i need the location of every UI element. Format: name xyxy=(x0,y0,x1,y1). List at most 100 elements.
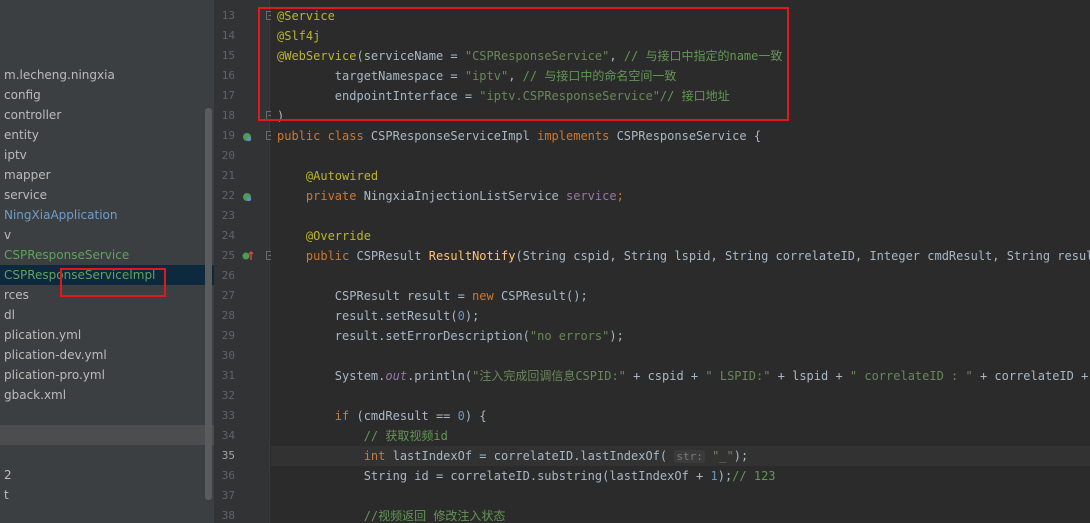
string-literal: " correlateID : " xyxy=(849,369,973,383)
tree-item[interactable]: t xyxy=(0,485,214,505)
tree-item[interactable]: 2 xyxy=(0,465,214,485)
tree-item[interactable]: mapper xyxy=(0,165,214,185)
field-name: service xyxy=(566,189,617,203)
code-line-19: public class CSPResponseServiceImpl impl… xyxy=(277,126,761,146)
injection-marker-icon[interactable] xyxy=(242,191,252,202)
keyword: private xyxy=(277,189,364,203)
line-number: 34 xyxy=(221,429,235,442)
line-number: 25 xyxy=(221,249,235,262)
annotation-highlight-box-code xyxy=(258,7,789,121)
line-number: 15 xyxy=(221,49,235,62)
annotation-highlight-box-tree xyxy=(60,268,166,297)
tree-item[interactable]: controller xyxy=(0,105,214,125)
code-token: + cspid + xyxy=(625,369,706,383)
line-number: 14 xyxy=(221,29,235,42)
tree-item[interactable]: config xyxy=(0,85,214,105)
code-line-34: // 获取视频id xyxy=(277,426,448,446)
tree-item[interactable]: plication-dev.yml xyxy=(0,345,214,365)
code-token: + lspid + xyxy=(770,369,850,383)
line-number: 32 xyxy=(221,389,235,402)
type-name: CSPResult xyxy=(356,249,429,263)
code-token: CSPResult result = xyxy=(277,289,473,303)
tree-item[interactable]: NingXiaApplication xyxy=(0,205,214,225)
line-number: 18 xyxy=(221,109,235,122)
parameter-hint: str: xyxy=(674,450,705,463)
code-token: ); xyxy=(733,449,749,463)
keyword: public xyxy=(277,249,357,263)
string-literal: "注入完成回调信息CSPID:" xyxy=(472,369,626,383)
code-token: ; xyxy=(616,189,624,203)
class-name: CSPResponseServiceImpl xyxy=(370,129,538,143)
tree-item[interactable]: gback.xml xyxy=(0,385,214,405)
line-number: 29 xyxy=(221,329,235,342)
tree-item[interactable]: dl xyxy=(0,305,214,325)
keyword: if xyxy=(277,409,357,423)
number-literal: 0 xyxy=(457,309,465,323)
code-token: + correlateID + xyxy=(972,369,1090,383)
code-line-33: if (cmdResult == 0) { xyxy=(277,406,487,426)
line-number: 35 xyxy=(221,449,235,462)
line-number: 16 xyxy=(221,69,235,82)
code-line-38: //视频返回 修改注入状态 xyxy=(277,506,506,523)
code-token: result.setErrorDescription( xyxy=(277,329,530,343)
tree-item[interactable]: entity xyxy=(0,125,214,145)
override-marker-icon[interactable] xyxy=(242,250,254,260)
tree-item[interactable] xyxy=(0,425,214,445)
line-number: 21 xyxy=(221,169,235,182)
tree-item[interactable]: iptv xyxy=(0,145,214,165)
line-number: 37 xyxy=(221,489,235,502)
method-name: ResultNotify xyxy=(428,249,516,263)
implements-marker-icon[interactable] xyxy=(242,131,252,142)
number-literal: 0 xyxy=(457,409,465,423)
code-token: ); xyxy=(464,309,480,323)
code-comment: //视频返回 修改注入状态 xyxy=(277,509,506,523)
code-token: String id = correlateID.substring(lastIn… xyxy=(277,469,711,483)
line-number: 23 xyxy=(221,209,235,222)
code-line-25: public CSPResult ResultNotify(String csp… xyxy=(277,246,1090,266)
code-line-24: @Override xyxy=(277,226,371,246)
code-line-21: @Autowired xyxy=(277,166,378,186)
tree-item[interactable]: plication.yml xyxy=(0,325,214,345)
code-comment: // 123 xyxy=(732,469,776,483)
code-token: (String cspid, String lspid, String corr… xyxy=(515,249,1090,263)
code-token: CSPResponseService { xyxy=(616,129,762,143)
string-literal: "_" xyxy=(704,449,734,463)
line-number: 19 xyxy=(221,129,235,142)
line-number: 36 xyxy=(221,469,235,482)
annotation-autowired: @Autowired xyxy=(277,169,379,183)
line-number: 22 xyxy=(221,189,235,202)
field-name: out xyxy=(385,369,408,383)
annotation-override: @Override xyxy=(277,229,371,243)
type-name: NingxiaInjectionListService xyxy=(363,189,566,203)
line-number: 20 xyxy=(221,149,235,162)
code-token: (cmdResult == xyxy=(356,409,458,423)
tree-item[interactable]: v xyxy=(0,225,214,245)
code-token: System. xyxy=(277,369,386,383)
line-number: 26 xyxy=(221,269,235,282)
project-tree-panel[interactable]: m.lecheng.ningxia config controller entity i… xyxy=(0,0,214,523)
code-token: lastIndexOf = correlateID.lastIndexOf( xyxy=(392,449,675,463)
string-literal: " LSPID:" xyxy=(705,369,771,383)
string-literal: "no errors" xyxy=(529,329,610,343)
code-token: ) { xyxy=(464,409,487,423)
code-token: ); xyxy=(609,329,624,343)
tree-item[interactable]: CSPResponseService xyxy=(0,245,214,265)
tree-item[interactable]: service xyxy=(0,185,214,205)
line-number: 27 xyxy=(221,289,235,302)
keyword: implements xyxy=(537,129,617,143)
code-line-22: private NingxiaInjectionListService serv… xyxy=(277,186,624,206)
code-token: CSPResult(); xyxy=(500,289,588,303)
code-token: .println( xyxy=(407,369,473,383)
line-number: 24 xyxy=(221,229,235,242)
code-comment: // 获取视频id xyxy=(277,429,448,443)
code-line-31: System.out.println("注入完成回调信息CSPID:" + cs… xyxy=(277,366,1090,386)
tree-item[interactable]: m.lecheng.ningxia xyxy=(0,65,214,85)
tree-item[interactable]: plication-pro.yml xyxy=(0,365,214,385)
line-number: 28 xyxy=(221,309,235,322)
keyword: public class xyxy=(277,129,371,143)
project-tree-scrollbar[interactable] xyxy=(205,108,212,500)
line-number: 17 xyxy=(221,89,235,102)
line-number: 13 xyxy=(221,9,235,22)
code-line-35-current: int lastIndexOf = correlateID.lastIndexO… xyxy=(271,446,1090,466)
line-number: 38 xyxy=(221,509,235,522)
